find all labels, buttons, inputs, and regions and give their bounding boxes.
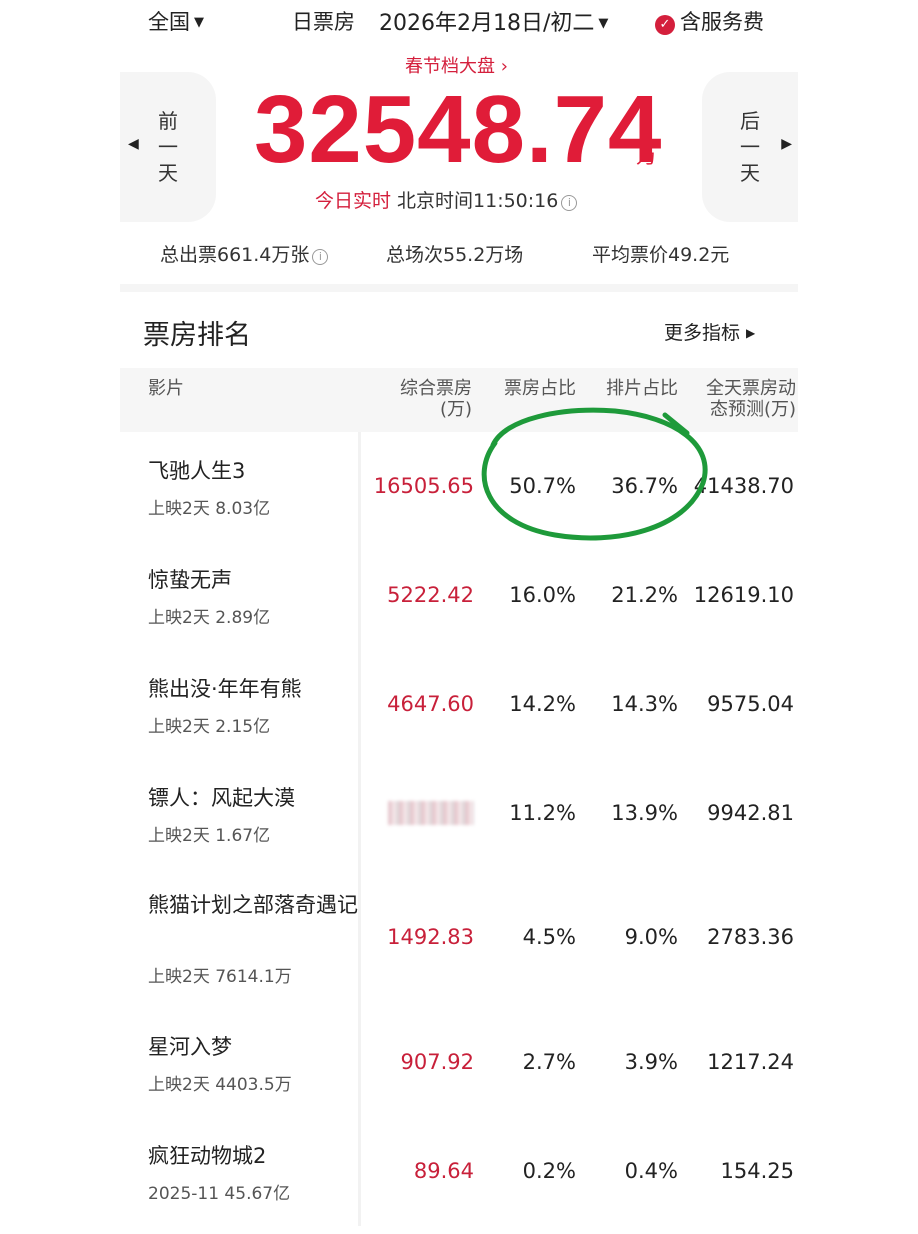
box-office-value bbox=[356, 801, 474, 826]
region-selector[interactable]: 全国 ▼ bbox=[148, 6, 204, 36]
forecast-value: 12619.10 bbox=[693, 583, 794, 607]
table-row[interactable]: 惊蛰无声上映2天 2.89亿 5222.42 16.0% 21.2% 12619.10 bbox=[120, 541, 798, 650]
box-share-value: 2.7% bbox=[522, 1050, 576, 1074]
col-forecast[interactable]: 全天票房动 态预测(万) bbox=[688, 378, 796, 420]
box-share-value: 0.2% bbox=[522, 1159, 576, 1183]
movie-release-info: 上映2天 1.67亿 bbox=[148, 826, 271, 846]
table-row[interactable]: 星河入梦上映2天 4403.5万 907.92 2.7% 3.9% 1217.24 bbox=[120, 1008, 798, 1117]
service-fee-toggle[interactable]: ✓ 含服务费 bbox=[655, 6, 764, 36]
box-share-value: 11.2% bbox=[509, 801, 576, 825]
col-share[interactable]: 票房占比 bbox=[490, 378, 576, 399]
box-office-value: 1492.83 bbox=[387, 925, 474, 949]
movie-release-info: 上映2天 2.89亿 bbox=[148, 608, 271, 628]
screening-share-value: 0.4% bbox=[624, 1159, 678, 1183]
more-metrics-button[interactable]: 更多指标 ▶ bbox=[664, 318, 755, 345]
region-label: 全国 bbox=[148, 10, 190, 34]
col-box[interactable]: 综合票房 (万) bbox=[370, 378, 472, 420]
more-metrics-label: 更多指标 bbox=[664, 322, 741, 344]
mode-label[interactable]: 日票房 bbox=[292, 6, 355, 36]
forecast-value: 154.25 bbox=[720, 1159, 794, 1183]
box-office-value: 4647.60 bbox=[387, 692, 474, 716]
season-link-label: 春节档大盘 bbox=[405, 56, 495, 77]
check-icon: ✓ bbox=[655, 15, 675, 35]
movie-name[interactable]: 镖人：风起大漠 bbox=[148, 783, 358, 813]
box-share-value: 16.0% bbox=[509, 583, 576, 607]
table-row[interactable]: 熊出没·年年有熊上映2天 2.15亿 4647.60 14.2% 14.3% 9575.… bbox=[120, 650, 798, 759]
caret-down-icon: ▼ bbox=[598, 16, 609, 31]
service-fee-label: 含服务费 bbox=[680, 10, 764, 34]
caret-right-icon: ▶ bbox=[781, 136, 792, 152]
movie-release-info: 2025-11 45.67亿 bbox=[148, 1184, 291, 1204]
season-link[interactable]: 春节档大盘 › bbox=[405, 52, 508, 78]
table-row[interactable]: 镖人：风起大漠上映2天 1.67亿 11.2% 13.9% 9942.81 bbox=[120, 759, 798, 868]
movie-name[interactable]: 熊猫计划之部落奇遇记 bbox=[148, 890, 358, 920]
table-row[interactable]: 疯狂动物城2 2025-11 45.67亿 89.64 0.2% 0.4% 154.25 bbox=[120, 1117, 798, 1226]
ranking-title: 票房排名 bbox=[143, 320, 251, 351]
movie-name[interactable]: 星河入梦 bbox=[148, 1032, 358, 1062]
screening-share-value: 36.7% bbox=[611, 474, 678, 498]
realtime-label: 今日实时 bbox=[315, 190, 392, 212]
col-screen[interactable]: 排片占比 bbox=[592, 378, 678, 399]
section-divider bbox=[120, 284, 798, 292]
table-row[interactable]: 熊猫计划之部落奇遇记上映2天 7614.1万 1492.83 4.5% 9.0% 278… bbox=[120, 868, 798, 1008]
box-office-value: 16505.65 bbox=[373, 474, 474, 498]
box-office-value: 907.92 bbox=[400, 1050, 474, 1074]
box-share-value: 14.2% bbox=[509, 692, 576, 716]
stat-avg-price: 平均票价49.2元 bbox=[592, 244, 730, 266]
box-office-value: 89.64 bbox=[413, 1159, 474, 1183]
forecast-value: 1217.24 bbox=[707, 1050, 794, 1074]
movie-name[interactable]: 疯狂动物城2 bbox=[148, 1141, 358, 1171]
stats-row: 总出票661.4万张 i 总场次55.2万场 平均票价49.2元 bbox=[120, 240, 798, 270]
forecast-value: 9575.04 bbox=[707, 692, 794, 716]
screening-share-value: 9.0% bbox=[624, 925, 678, 949]
table-body: 飞驰人生3 上映2天 8.03亿 16505.65 50.7% 36.7% 41438.7… bbox=[120, 432, 798, 1226]
ranking-table: 影片 综合票房 (万) 票房占比 排片占比 全天票房动 态预测(万) 飞驰人生3… bbox=[120, 368, 798, 1226]
info-icon[interactable]: i bbox=[561, 195, 578, 211]
forecast-value: 41438.70 bbox=[693, 474, 794, 498]
table-header: 影片 综合票房 (万) 票房占比 排片占比 全天票房动 态预测(万) bbox=[120, 368, 798, 432]
movie-release-info: 上映2天 4403.5万 bbox=[148, 1075, 292, 1095]
prev-day-label: 前 一 天 bbox=[158, 109, 178, 185]
forecast-value: 2783.36 bbox=[707, 925, 794, 949]
date-label: 2026年2月18日/初二 bbox=[379, 11, 595, 36]
caret-down-icon: ▼ bbox=[194, 15, 204, 30]
movie-release-info: 上映2天 8.03亿 bbox=[148, 499, 271, 519]
info-icon[interactable]: i bbox=[312, 249, 329, 265]
caret-left-icon: ◀ bbox=[128, 136, 139, 152]
stat-tickets: 总出票661.4万张 i bbox=[160, 240, 329, 267]
total-box-unit: 万 bbox=[636, 144, 657, 168]
next-day-button[interactable]: 后 一 天 ▶ bbox=[702, 72, 798, 222]
blurred-value bbox=[388, 801, 474, 825]
table-row[interactable]: 飞驰人生3 上映2天 8.03亿 16505.65 50.7% 36.7% 41438.7… bbox=[120, 432, 798, 541]
chevron-right-icon: › bbox=[495, 56, 508, 77]
screening-share-value: 14.3% bbox=[611, 692, 678, 716]
screening-share-value: 3.9% bbox=[624, 1050, 678, 1074]
box-share-value: 50.7% bbox=[509, 474, 576, 498]
date-selector[interactable]: 2026年2月18日/初二 ▼ bbox=[379, 5, 608, 37]
screening-share-value: 21.2% bbox=[611, 583, 678, 607]
movie-name[interactable]: 熊出没·年年有熊 bbox=[148, 674, 358, 704]
screening-share-value: 13.9% bbox=[611, 801, 678, 825]
movie-name[interactable]: 飞驰人生3 bbox=[148, 456, 358, 486]
realtime-info: 今日实时 北京时间11:50:16 i bbox=[315, 186, 578, 213]
movie-release-info: 上映2天 2.15亿 bbox=[148, 717, 271, 737]
caret-right-icon: ▶ bbox=[746, 326, 756, 340]
forecast-value: 9942.81 bbox=[707, 801, 794, 825]
box-share-value: 4.5% bbox=[522, 925, 576, 949]
stat-shows: 总场次55.2万场 bbox=[386, 244, 524, 266]
total-box-office: 32548.74 bbox=[254, 76, 663, 183]
box-office-value: 5222.42 bbox=[387, 583, 474, 607]
realtime-time: 北京时间11:50:16 bbox=[397, 190, 559, 212]
movie-release-info: 上映2天 7614.1万 bbox=[148, 967, 292, 987]
top-bar: 全国 ▼ 日票房 2026年2月18日/初二 ▼ ✓ 含服务费 bbox=[120, 0, 798, 44]
col-movie: 影片 bbox=[148, 378, 184, 399]
next-day-label: 后 一 天 bbox=[740, 109, 760, 185]
prev-day-button[interactable]: ◀ 前 一 天 bbox=[120, 72, 216, 222]
movie-name[interactable]: 惊蛰无声 bbox=[148, 565, 358, 595]
